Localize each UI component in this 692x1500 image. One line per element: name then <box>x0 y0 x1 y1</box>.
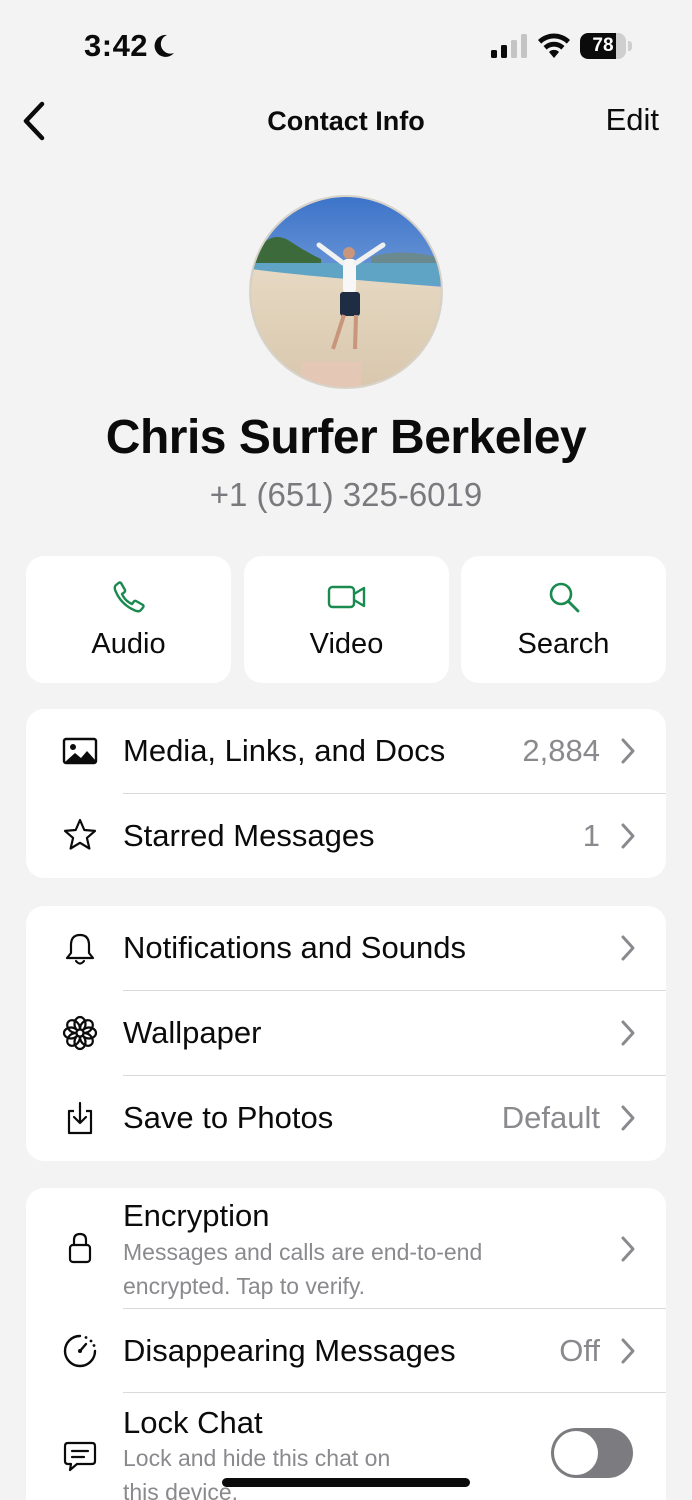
lock-chat-description-line1: Lock and hide this chat on <box>123 1445 391 1471</box>
notifications-label: Notifications and Sounds <box>123 930 466 965</box>
disappearing-label: Disappearing Messages <box>123 1333 456 1368</box>
encryption-description-line1: Messages and calls are end-to-end <box>123 1239 483 1265</box>
navigation-bar: Contact Info Edit <box>0 92 692 152</box>
battery-percent: 78 <box>592 35 614 56</box>
timer-icon <box>60 1331 100 1371</box>
photo-icon <box>60 731 100 771</box>
disappearing-messages-row[interactable]: Disappearing Messages Off <box>26 1309 666 1393</box>
encryption-label: Encryption <box>123 1198 270 1233</box>
audio-call-button[interactable]: Audio <box>26 556 231 683</box>
lock-chat-label: Lock Chat <box>123 1405 263 1440</box>
toggle-knob <box>554 1431 598 1475</box>
search-button[interactable]: Search <box>461 556 666 683</box>
battery-icon: 78 <box>580 33 632 59</box>
lock-icon <box>60 1228 100 1268</box>
star-icon <box>60 815 100 855</box>
video-camera-icon <box>327 585 365 609</box>
chevron-right-icon <box>621 738 635 764</box>
lock-chat-toggle[interactable] <box>551 1428 633 1478</box>
chevron-right-icon <box>621 1338 635 1364</box>
phone-icon <box>113 581 145 613</box>
chevron-right-icon <box>621 1105 635 1131</box>
chat-settings-section: Notifications and Sounds Wallpaper Save … <box>26 906 666 1161</box>
starred-count: 1 <box>582 818 600 853</box>
save-to-photos-label: Save to Photos <box>123 1100 334 1135</box>
wifi-icon <box>538 33 570 58</box>
download-icon <box>60 1098 100 1138</box>
wallpaper-label: Wallpaper <box>123 1015 262 1050</box>
save-to-photos-row[interactable]: Save to Photos Default <box>26 1076 666 1161</box>
audio-label: Audio <box>91 628 166 660</box>
wallpaper-row[interactable]: Wallpaper <box>26 991 666 1076</box>
home-indicator[interactable] <box>222 1478 470 1487</box>
contact-avatar[interactable] <box>249 195 443 389</box>
chevron-right-icon <box>621 1236 635 1262</box>
edit-button[interactable]: Edit <box>606 102 659 138</box>
disappearing-value: Off <box>559 1333 600 1368</box>
media-links-docs-row[interactable]: Media, Links, and Docs 2,884 <box>26 709 666 794</box>
bell-icon <box>60 929 100 969</box>
search-icon <box>549 582 579 613</box>
search-label: Search <box>517 628 610 660</box>
starred-label: Starred Messages <box>123 818 375 853</box>
avatar-photo <box>251 197 441 387</box>
save-to-photos-value: Default <box>501 1100 600 1135</box>
encryption-row[interactable]: Encryption Messages and calls are end-to… <box>26 1188 666 1308</box>
contact-phone[interactable]: +1 (651) 325-6019 <box>0 476 692 514</box>
chevron-right-icon <box>621 823 635 849</box>
media-label: Media, Links, and Docs <box>123 733 446 768</box>
chevron-right-icon <box>621 1020 635 1046</box>
lock-chat-description-line2: this device. <box>123 1479 239 1500</box>
media-count: 2,884 <box>522 733 600 768</box>
contact-info-screen: 3:42 78 Contact Info Edit Chris Surfer B… <box>0 0 692 1500</box>
signal-icon <box>491 34 527 58</box>
notifications-row[interactable]: Notifications and Sounds <box>26 906 666 991</box>
page-title: Contact Info <box>267 106 425 136</box>
action-buttons: Audio Video Search <box>26 556 666 683</box>
media-section: Media, Links, and Docs 2,884 Starred Mes… <box>26 709 666 878</box>
encryption-description-line2: encrypted. Tap to verify. <box>123 1273 366 1299</box>
privacy-section: Encryption Messages and calls are end-to… <box>26 1188 666 1500</box>
starred-messages-row[interactable]: Starred Messages 1 <box>26 794 666 878</box>
status-bar: 3:42 78 <box>0 0 692 92</box>
video-label: Video <box>309 628 384 660</box>
video-call-button[interactable]: Video <box>244 556 449 683</box>
status-time: 3:42 <box>84 28 149 63</box>
moon-icon <box>154 34 174 57</box>
flower-icon <box>60 1013 100 1053</box>
chevron-right-icon <box>621 935 635 961</box>
chat-lock-icon <box>60 1435 100 1475</box>
contact-name: Chris Surfer Berkeley <box>105 411 587 464</box>
